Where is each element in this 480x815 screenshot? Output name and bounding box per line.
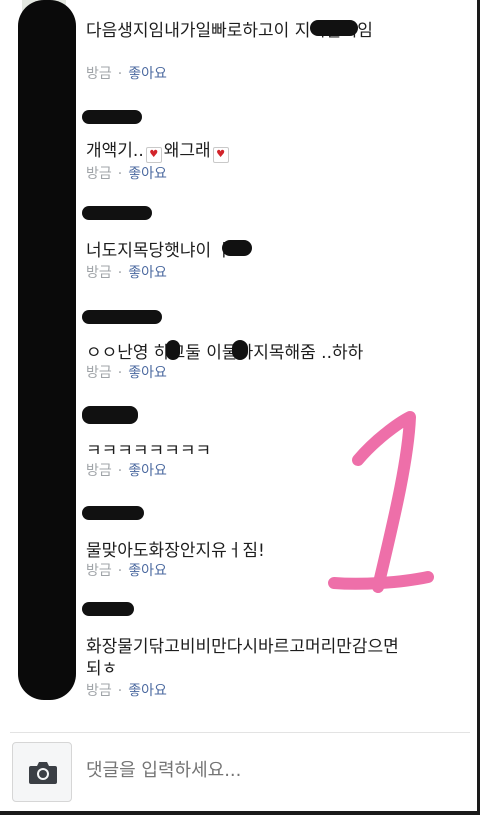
separator-dot: · <box>117 166 123 182</box>
comment-text-part: 개액기.. <box>86 141 144 161</box>
separator-dot: · <box>117 563 123 579</box>
camera-icon <box>29 762 57 784</box>
separator-dot: · <box>117 365 123 381</box>
like-link[interactable]: 좋아요 <box>128 683 167 699</box>
comment-time: 방금 <box>86 683 112 699</box>
like-link[interactable]: 좋아요 <box>128 463 167 479</box>
handwritten-number-annotation <box>328 411 434 593</box>
like-link[interactable]: 좋아요 <box>128 66 167 82</box>
comment-time: 방금 <box>86 463 112 479</box>
separator-dot: · <box>117 683 123 699</box>
separator-dot: · <box>117 463 123 479</box>
comment-text: 개액기.. ♥ 왜그래 ♥ <box>86 136 231 163</box>
comment-text: ㅋㅋㅋㅋㅋㅋㅋㅋ <box>86 441 212 461</box>
separator-dot: · <box>117 66 123 82</box>
author-name-redacted <box>82 506 144 520</box>
comment-meta: 방금 · 좋아요 <box>86 362 167 382</box>
comment-text: 물맞아도화장안지유ㅓ짐! <box>86 541 265 561</box>
comment-text: 화장물기닦고비비만다시바르고머리만감으면 <box>86 637 399 657</box>
like-link[interactable]: 좋아요 <box>128 265 167 281</box>
redaction-scribble <box>222 240 252 256</box>
separator-dot: · <box>117 265 123 281</box>
like-link[interactable]: 좋아요 <box>128 563 167 579</box>
comment-time: 방금 <box>86 166 112 182</box>
comment-text: 되ㅎ <box>86 659 118 679</box>
author-name-redacted <box>82 110 142 124</box>
comment-time: 방금 <box>86 265 112 281</box>
comment-text: ㅇㅇ난영 하고둘 이둘다지목해줌 ..하하 <box>86 343 364 363</box>
redaction-scribble <box>18 0 76 700</box>
like-link[interactable]: 좋아요 <box>128 365 167 381</box>
comment-meta: 방금 · 좋아요 <box>86 163 167 183</box>
redaction-scribble <box>310 20 358 36</box>
comment-time: 방금 <box>86 563 112 579</box>
heart-icon: ♥ <box>212 147 229 163</box>
comment-time: 방금 <box>86 365 112 381</box>
comment-input[interactable] <box>86 760 446 781</box>
comment-meta: 방금 · 좋아요 <box>86 680 167 700</box>
comment-text-part: 왜그래 <box>163 141 211 161</box>
composer-divider <box>10 732 470 733</box>
comment-meta: 방금 · 좋아요 <box>86 460 167 480</box>
heart-icon: ♥ <box>145 147 162 163</box>
comment-meta: 방금 · 좋아요 <box>86 262 167 282</box>
redaction-scribble <box>232 340 248 360</box>
author-name-redacted <box>82 602 134 616</box>
comment-meta: 방금 · 좋아요 <box>86 560 167 580</box>
author-name-redacted <box>82 310 162 324</box>
author-name-redacted <box>82 406 138 424</box>
author-name-redacted <box>82 206 152 220</box>
like-link[interactable]: 좋아요 <box>128 166 167 182</box>
comment-time: 방금 <box>86 66 112 82</box>
comment-text: 너도지목당햇냐이 ㅏ <box>86 241 233 261</box>
comment-meta: 방금 · 좋아요 <box>86 63 167 83</box>
camera-button[interactable] <box>12 742 72 802</box>
redaction-scribble <box>166 340 180 360</box>
